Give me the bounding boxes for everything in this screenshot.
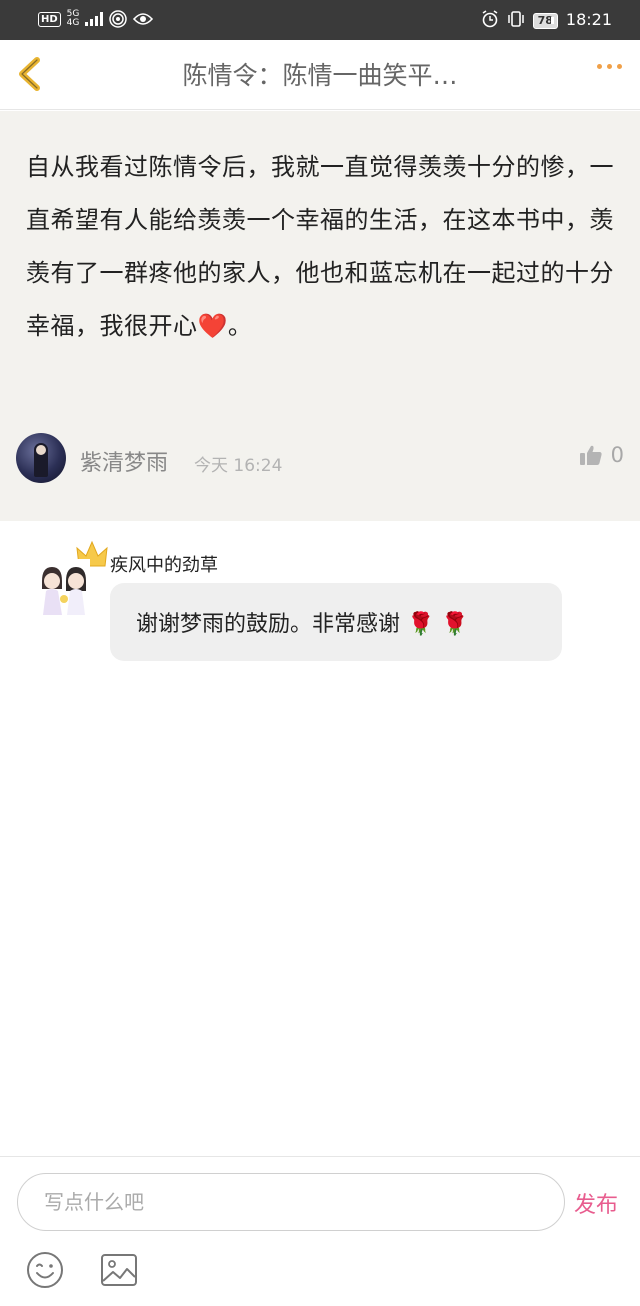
rose-emoji: 🌹 🌹 <box>407 612 469 637</box>
alarm-icon <box>482 10 498 28</box>
post-time: 今天 16:24 <box>194 456 283 476</box>
back-chevron-icon <box>19 57 40 91</box>
emoji-icon[interactable] <box>26 1251 64 1289</box>
author-row: 紫清梦雨 今天 16:24 0 <box>16 433 624 485</box>
reply-item: 疾风中的劲草 谢谢梦雨的鼓励。非常感谢 🌹 🌹 <box>0 521 640 681</box>
eye-icon <box>133 13 154 25</box>
comment-post: 自从我看过陈情令后，我就一直觉得羡羡十分的惨，一直希望有人能给羡羡一个幸福的生活… <box>0 111 640 521</box>
clock: 18:21 <box>565 9 612 29</box>
hd-indicator: HD <box>38 11 61 27</box>
network-indicator: 5G 4G <box>66 9 80 28</box>
hotspot-icon <box>109 10 128 28</box>
author-name[interactable]: 紫清梦雨 <box>80 445 168 477</box>
post-text: 自从我看过陈情令后，我就一直觉得羡羡十分的惨，一直希望有人能给羡羡一个幸福的生活… <box>26 153 614 340</box>
vibrate-icon <box>507 11 524 27</box>
avatar[interactable] <box>16 433 66 483</box>
like-button[interactable]: 0 <box>579 443 624 467</box>
thumbs-up-icon <box>579 445 602 465</box>
image-icon[interactable] <box>100 1253 138 1287</box>
more-button[interactable] <box>597 64 622 69</box>
nav-bar: 陈情令：陈情一曲笑平… <box>0 40 640 110</box>
reply-author-name[interactable]: 疾风中的劲草 <box>110 551 218 577</box>
reply-text: 谢谢梦雨的鼓励。非常感谢 🌹 🌹 <box>136 612 469 637</box>
more-dots-icon <box>597 64 602 69</box>
signal-icon <box>85 12 104 26</box>
page-title: 陈情令：陈情一曲笑平… <box>182 61 458 90</box>
status-bar: HD 5G 4G 78 18:21 <box>0 0 640 40</box>
input-bar: 发布 <box>0 1156 640 1306</box>
reply-bubble: 谢谢梦雨的鼓励。非常感谢 🌹 🌹 <box>110 583 562 661</box>
publish-button[interactable]: 发布 <box>574 1187 618 1219</box>
back-button[interactable] <box>12 54 52 94</box>
battery-level: 78 <box>532 13 558 29</box>
heart-emoji: ❤️ <box>197 312 228 340</box>
like-count: 0 <box>610 443 624 467</box>
reply-avatar[interactable] <box>38 559 90 615</box>
comment-input[interactable] <box>17 1173 565 1231</box>
